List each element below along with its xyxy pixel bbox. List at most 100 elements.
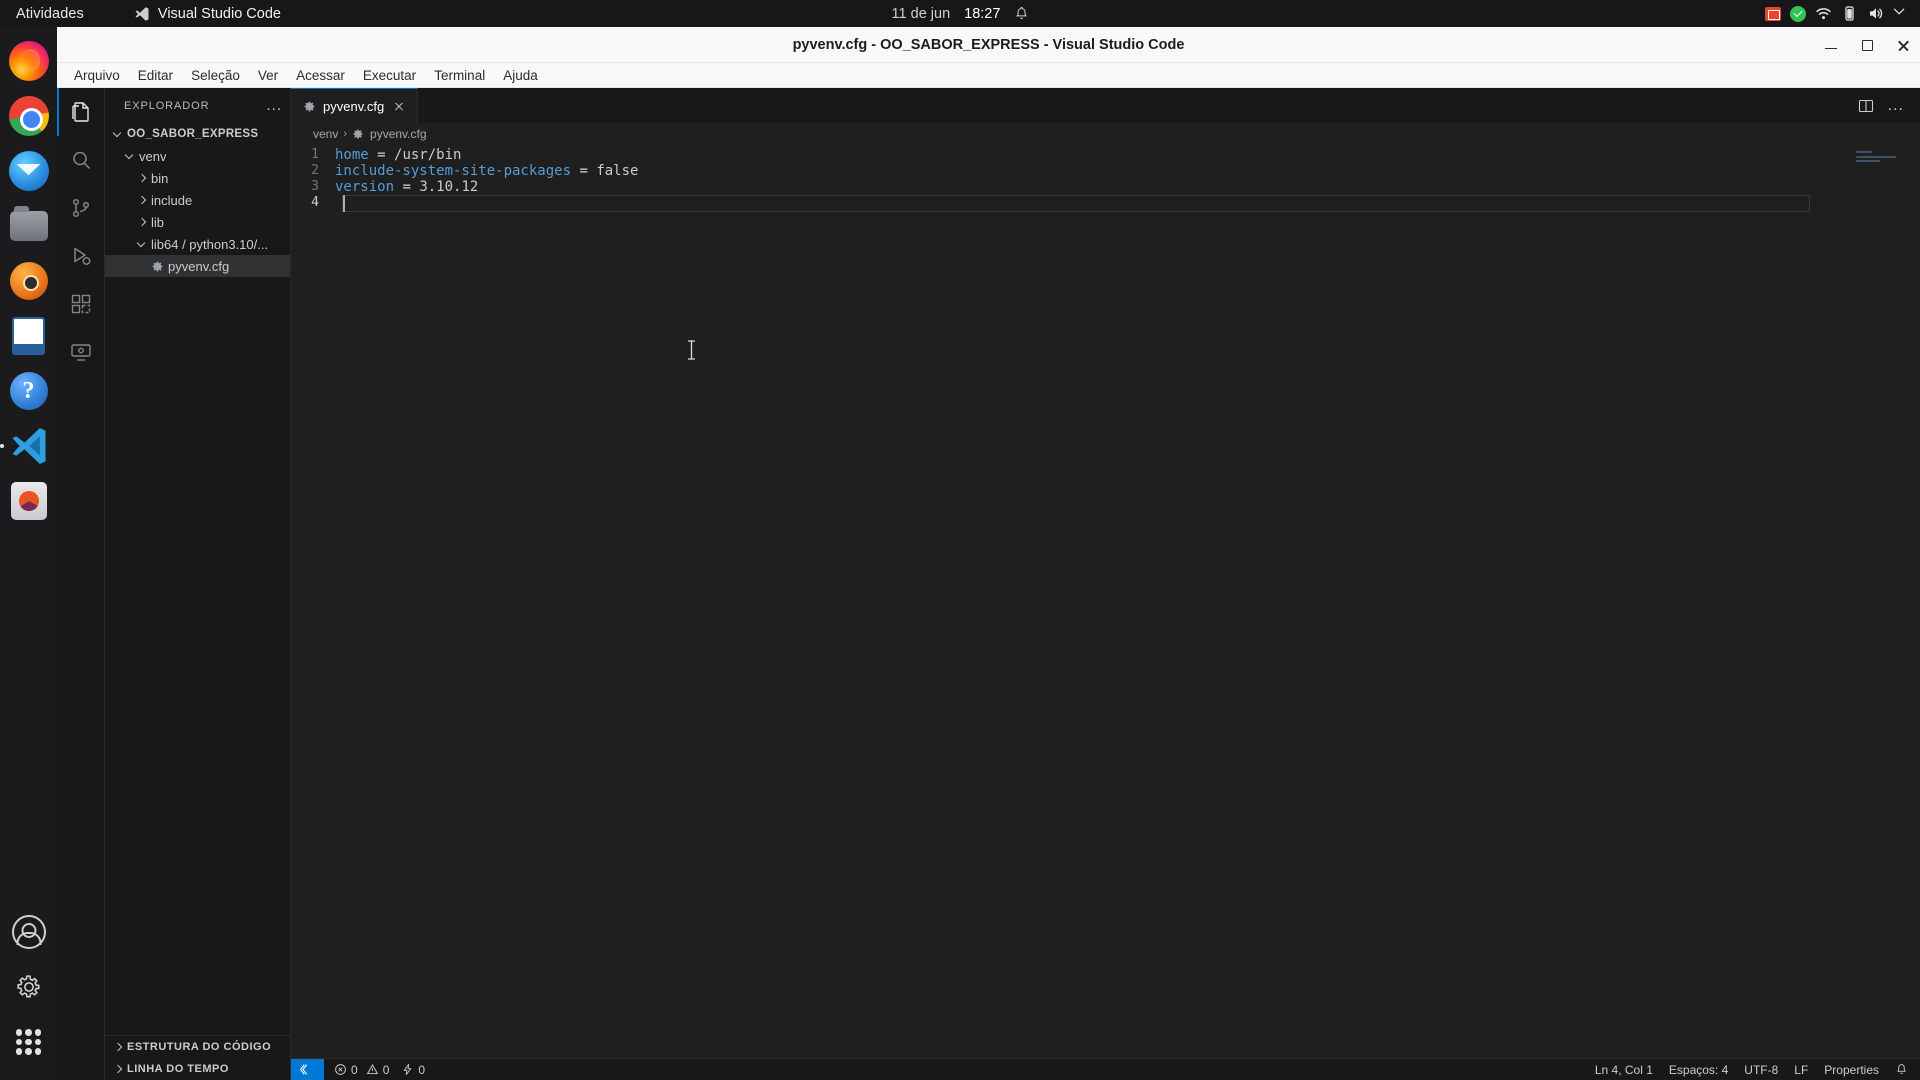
shield-check-icon[interactable] bbox=[1790, 5, 1806, 22]
menu-selecao[interactable]: Seleção bbox=[182, 66, 249, 85]
sidebar-title: EXPLORADOR bbox=[124, 99, 210, 112]
activity-bar bbox=[56, 88, 105, 1080]
tree-row-project-root[interactable]: OO_SABOR_EXPRESS bbox=[105, 123, 290, 145]
twisty-down-icon[interactable] bbox=[137, 240, 147, 249]
indentation[interactable]: Espaços: 4 bbox=[1669, 1063, 1728, 1077]
breadcrumb: venv › pyvenv.cfg bbox=[291, 123, 1920, 145]
screen: Atividades Visual Studio Code 11 de jun … bbox=[0, 0, 1920, 1080]
breadcrumb-item-file[interactable]: pyvenv.cfg bbox=[370, 127, 426, 141]
close-button[interactable] bbox=[1896, 38, 1910, 52]
tree-row-pyvenv-cfg[interactable]: pyvenv.cfg bbox=[105, 255, 290, 277]
activities-button[interactable]: Atividades bbox=[0, 6, 96, 22]
section-outline[interactable]: ESTRUTURA DO CÓDIGO bbox=[105, 1036, 290, 1058]
power-menu-icon[interactable] bbox=[1893, 5, 1910, 22]
system-tray[interactable] bbox=[1765, 0, 1910, 27]
activity-explorer[interactable] bbox=[56, 88, 105, 136]
software-center-icon bbox=[10, 482, 47, 520]
battery-icon[interactable] bbox=[1841, 5, 1858, 22]
dock-item-files[interactable] bbox=[7, 204, 51, 248]
menu-arquivo[interactable]: Arquivo bbox=[65, 66, 129, 85]
minimize-button[interactable] bbox=[1824, 38, 1838, 52]
line-number: 1 bbox=[311, 147, 319, 162]
menu-executar[interactable]: Executar bbox=[354, 66, 425, 85]
dock-item-help[interactable]: ? bbox=[7, 369, 51, 413]
menu-bar: Arquivo Editar Seleção Ver Acessar Execu… bbox=[57, 63, 1920, 88]
dock-item-vscode[interactable] bbox=[0, 424, 51, 468]
remote-host-button[interactable] bbox=[291, 1058, 324, 1080]
twisty-right-icon[interactable] bbox=[137, 196, 147, 205]
editor-content[interactable]: 1 home = /usr/bin 2 include-system-site-… bbox=[291, 145, 1920, 1058]
ports-status[interactable]: 0 bbox=[401, 1063, 425, 1077]
twisty-right-icon[interactable] bbox=[137, 174, 147, 183]
menu-ver[interactable]: Ver bbox=[249, 66, 287, 85]
gear-icon bbox=[151, 260, 164, 273]
activity-search[interactable] bbox=[57, 136, 105, 184]
dock-item-user-account[interactable] bbox=[7, 910, 51, 954]
menu-terminal[interactable]: Terminal bbox=[425, 66, 494, 85]
twisty-right-icon[interactable] bbox=[113, 1065, 123, 1074]
active-app-menu[interactable]: Visual Studio Code bbox=[134, 6, 281, 22]
tree-row-bin[interactable]: bin bbox=[105, 167, 290, 189]
editor-tabs: pyvenv.cfg ... bbox=[291, 88, 1920, 123]
token-key: version bbox=[335, 179, 395, 195]
ports-count: 0 bbox=[418, 1062, 426, 1077]
dock-item-libreoffice-writer[interactable] bbox=[7, 314, 51, 358]
encoding[interactable]: UTF-8 bbox=[1744, 1063, 1778, 1077]
end-of-line[interactable]: LF bbox=[1794, 1063, 1808, 1077]
line-content: version = 3.10.12 bbox=[335, 179, 478, 195]
activity-run-debug[interactable] bbox=[57, 232, 105, 280]
tree-row-include[interactable]: include bbox=[105, 189, 290, 211]
source-control-icon bbox=[72, 198, 89, 218]
more-actions-icon[interactable]: ... bbox=[1888, 97, 1904, 113]
section-label: LINHA DO TEMPO bbox=[127, 1063, 229, 1075]
cursor-position[interactable]: Ln 4, Col 1 bbox=[1595, 1063, 1653, 1077]
close-icon[interactable] bbox=[391, 98, 407, 114]
language-mode[interactable]: Properties bbox=[1824, 1063, 1879, 1077]
tree-row-venv[interactable]: venv bbox=[105, 145, 290, 167]
activity-extensions[interactable] bbox=[57, 280, 105, 328]
dock-item-rhythmbox[interactable] bbox=[7, 259, 51, 303]
volume-icon[interactable] bbox=[1867, 5, 1884, 22]
active-app-name: Visual Studio Code bbox=[157, 5, 281, 22]
breadcrumb-item-venv[interactable]: venv bbox=[313, 127, 338, 141]
sidebar-more-actions-icon[interactable]: ... bbox=[266, 98, 282, 113]
dock-item-firefox[interactable] bbox=[7, 39, 51, 83]
screen-record-icon[interactable] bbox=[1765, 6, 1781, 21]
dock-item-thunderbird[interactable] bbox=[7, 149, 51, 193]
tree-item-label: bin bbox=[151, 170, 169, 186]
activity-source-control[interactable] bbox=[57, 184, 105, 232]
problems-status[interactable]: 0 0 bbox=[334, 1063, 389, 1077]
tab-pyvenv-cfg[interactable]: pyvenv.cfg bbox=[291, 88, 419, 123]
dock-item-settings[interactable] bbox=[7, 965, 51, 1009]
sidebar-header: EXPLORADOR ... bbox=[105, 88, 290, 123]
section-label: ESTRUTURA DO CÓDIGO bbox=[127, 1041, 272, 1053]
dock-item-chrome[interactable] bbox=[7, 94, 51, 138]
line-content: home = /usr/bin bbox=[335, 147, 461, 163]
twisty-down-icon[interactable] bbox=[113, 130, 123, 139]
tree-row-lib[interactable]: lib bbox=[105, 211, 290, 233]
menu-ajuda[interactable]: Ajuda bbox=[494, 66, 547, 85]
notifications-bell-icon[interactable] bbox=[1895, 1063, 1908, 1076]
dock-item-show-apps[interactable] bbox=[7, 1020, 51, 1064]
menu-acessar[interactable]: Acessar bbox=[287, 66, 354, 85]
vscode-icon bbox=[8, 425, 50, 467]
tree-item-label: OO_SABOR_EXPRESS bbox=[127, 128, 259, 140]
tree-row-lib64[interactable]: lib64 / python3.10/... bbox=[105, 233, 290, 255]
wifi-icon[interactable] bbox=[1815, 5, 1832, 22]
split-editor-icon[interactable] bbox=[1858, 98, 1874, 114]
activity-remote-explorer[interactable] bbox=[57, 328, 105, 376]
maximize-button[interactable] bbox=[1860, 38, 1874, 52]
sidebar-bottom-sections: ESTRUTURA DO CÓDIGO LINHA DO TEMPO bbox=[105, 1035, 290, 1080]
tree-item-label: pyvenv.cfg bbox=[168, 258, 230, 274]
twisty-right-icon[interactable] bbox=[113, 1043, 123, 1052]
dock-item-software[interactable] bbox=[7, 479, 51, 523]
section-timeline[interactable]: LINHA DO TEMPO bbox=[105, 1058, 290, 1080]
clock-menu[interactable]: 11 de jun 18:27 bbox=[892, 6, 1029, 22]
menu-editar[interactable]: Editar bbox=[129, 66, 182, 85]
twisty-right-icon[interactable] bbox=[137, 218, 147, 227]
status-bar: 0 0 0 Ln 4, Col 1 Espaços: 4 UTF-8 LF Pr… bbox=[291, 1058, 1920, 1080]
minimap-line bbox=[1856, 160, 1880, 162]
twisty-down-icon[interactable] bbox=[125, 152, 135, 161]
tree-item-label: lib64 / python3.10/... bbox=[151, 236, 269, 252]
minimap[interactable] bbox=[1856, 151, 1906, 169]
